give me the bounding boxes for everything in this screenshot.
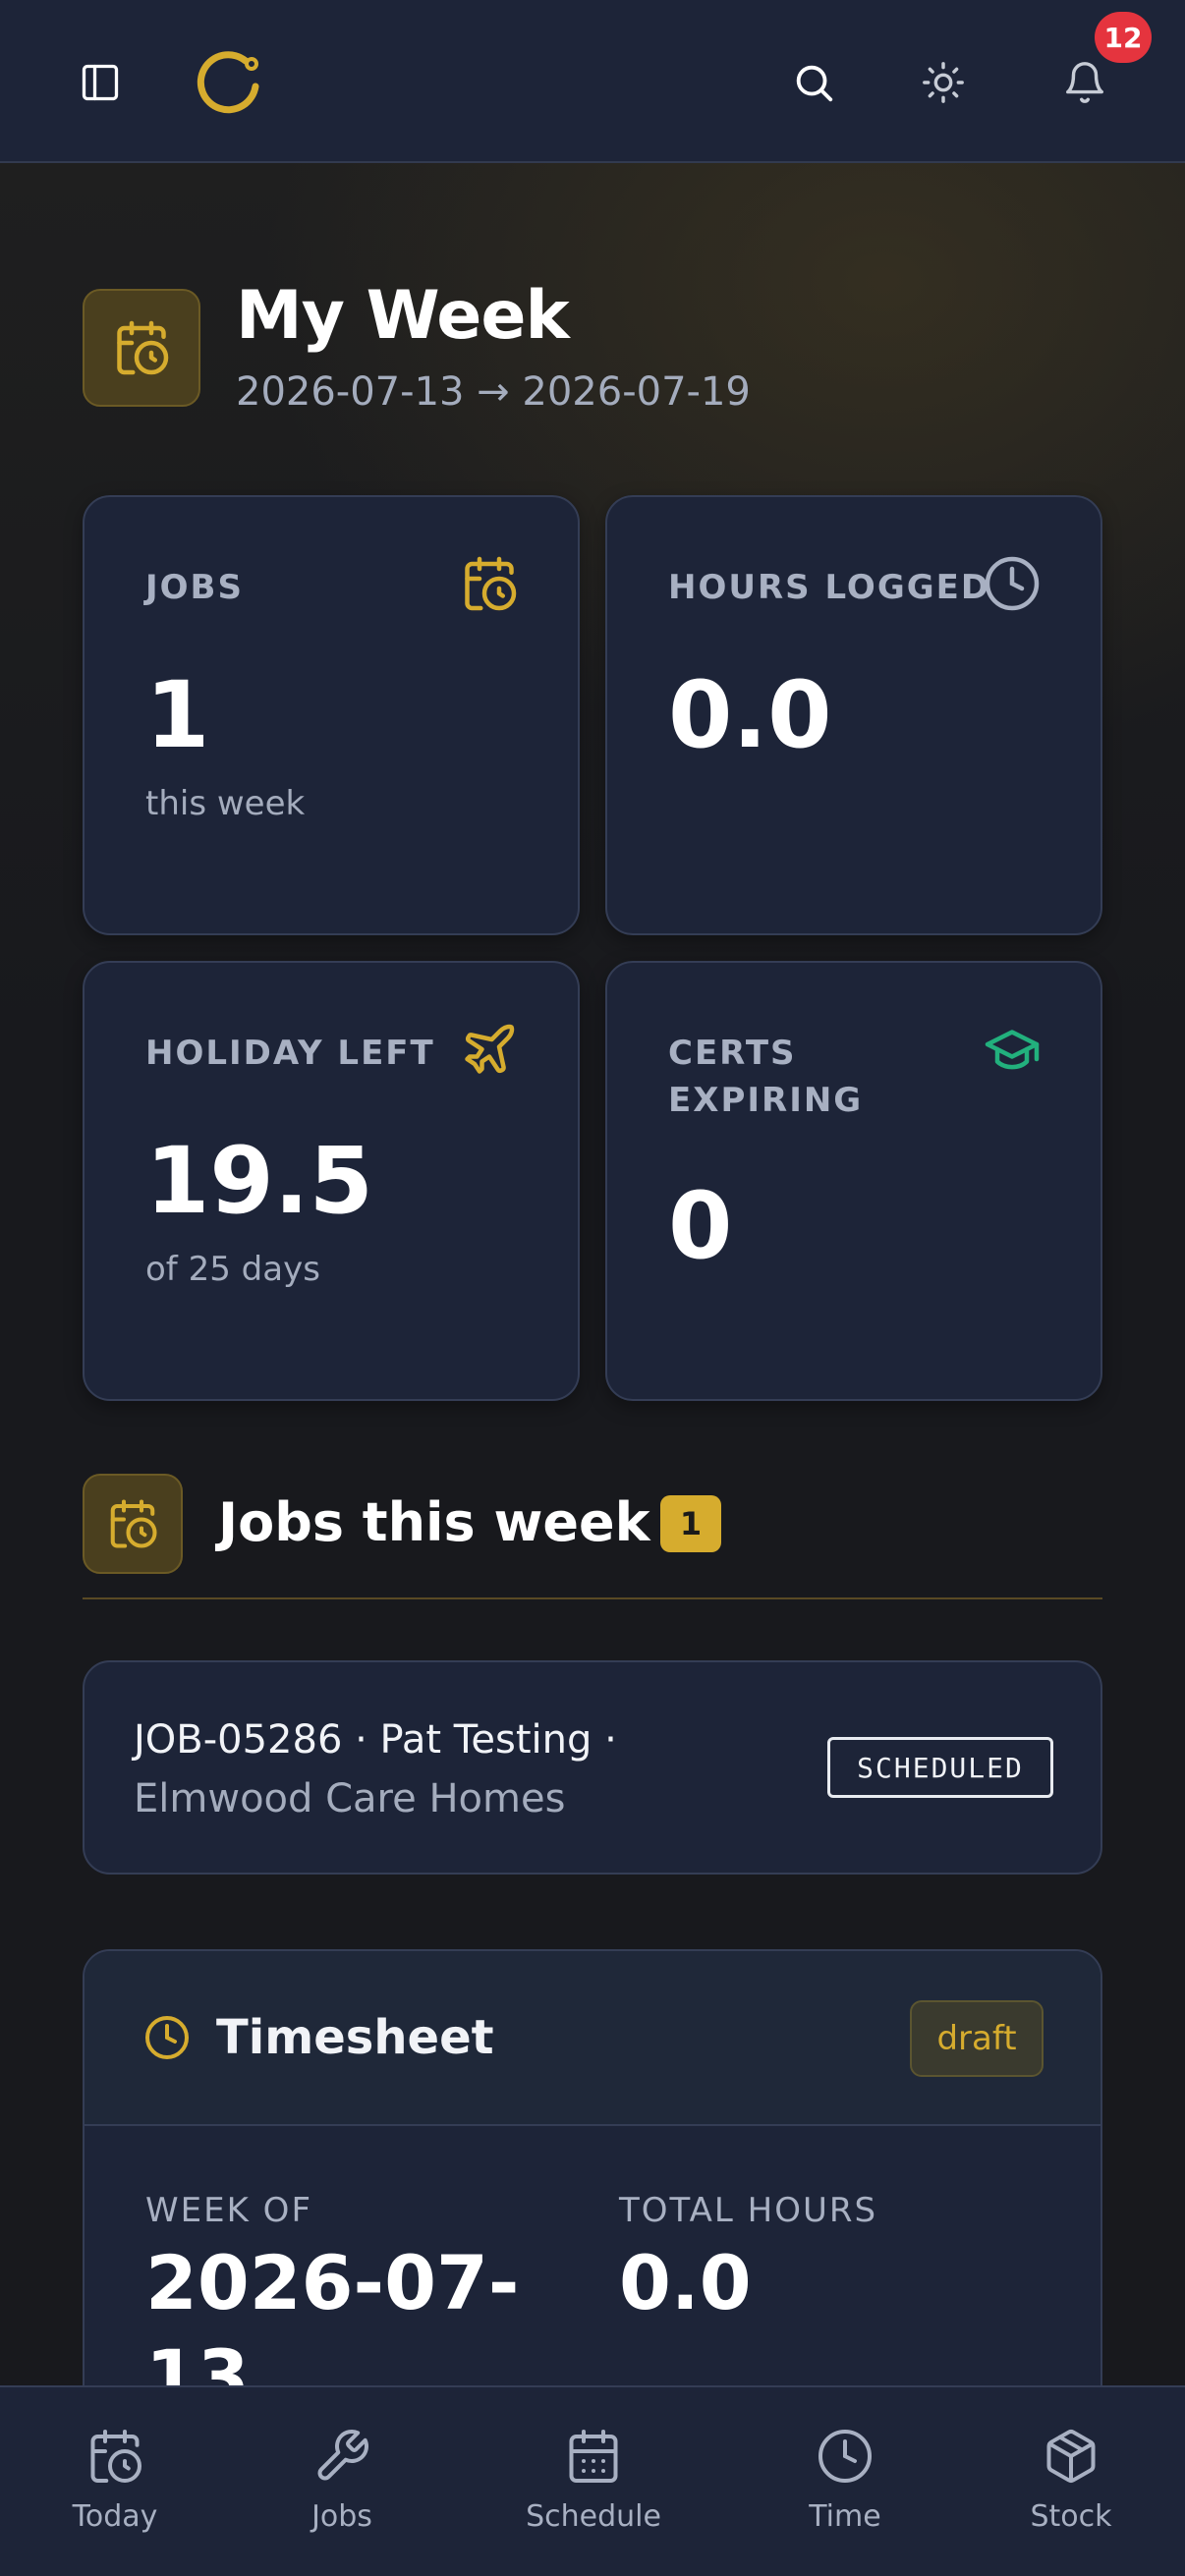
timesheet-title: Timesheet [216,2010,494,2065]
calendar-clock-icon [465,556,517,611]
section-icon-box [83,1474,183,1574]
status-badge: SCHEDULED [827,1737,1053,1798]
calendar-grid-icon [569,2430,618,2483]
nav-label: Time [809,2499,881,2534]
stat-icon-wrap [983,1020,1042,1084]
package-icon [1046,2430,1096,2483]
job-title: JOB-05286 · Pat Testing · [134,1717,617,1763]
graduation-cap-icon [985,1030,1040,1070]
stat-card-holiday[interactable]: HOLIDAY LEFT 19.5 of 25 days [83,961,580,1401]
total-hours-label: TOTAL HOURS [619,2191,878,2230]
calendar-clock-icon [117,320,169,375]
timesheet-header: Timesheet draft [85,1951,1100,2126]
stat-label: CERTS EXPIRING [668,1034,864,1120]
stat-label: JOBS [145,568,244,607]
nav-item-today[interactable]: Today [17,2427,213,2554]
stat-value: 0 [668,1173,733,1280]
search-button[interactable] [782,51,845,114]
page-date-range: 2026-07-13 → 2026-07-19 [236,369,751,415]
stat-label: HOLIDAY LEFT [145,1034,435,1073]
section-title: Jobs this week [218,1491,650,1553]
stat-value: 0.0 [668,662,832,769]
bell-icon [1066,62,1103,103]
page-title: My Week [236,277,570,355]
plane-icon [465,1024,515,1074]
clock-icon [818,2430,872,2483]
stat-card-certs[interactable]: CERTS EXPIRING 0 [605,961,1102,1401]
nav-label: Schedule [526,2499,661,2534]
clock-icon [145,2016,189,2059]
top-bar: 12 [0,0,1185,163]
nav-item-stock[interactable]: Stock [973,2427,1169,2554]
stat-card-jobs[interactable]: JOBS 1 this week [83,495,580,935]
nav-label: Today [72,2499,158,2534]
section-count-badge: 1 [660,1495,721,1552]
sun-icon [923,62,964,103]
stat-value: 19.5 [145,1128,373,1235]
stat-icon-wrap [460,554,519,618]
nav-item-time[interactable]: Time [747,2427,943,2554]
sidebar-toggle-button[interactable] [67,49,134,116]
timesheet-status-badge: draft [910,2000,1044,2077]
nav-item-jobs[interactable]: Jobs [244,2427,440,2554]
sidebar-icon [82,64,119,101]
stat-icon-wrap [983,554,1042,618]
section-divider [83,1597,1102,1599]
week-of-label: WEEK OF [145,2191,313,2230]
bottom-nav: Today Jobs Schedule Time Stock [0,2385,1185,2576]
wrench-icon [317,2430,368,2481]
job-card[interactable]: JOB-05286 · Pat Testing · Elmwood Care H… [83,1660,1102,1875]
timesheet-icon-wrap [143,2014,191,2066]
nav-item-schedule[interactable]: Schedule [495,2427,692,2554]
calendar-clock-icon [90,2430,141,2483]
nav-label: Jobs [311,2499,372,2534]
stat-sub: this week [145,784,306,823]
job-customer: Elmwood Care Homes [134,1776,566,1821]
stat-card-hours[interactable]: HOURS LOGGED 0.0 [605,495,1102,935]
search-icon [796,65,833,102]
notification-badge: 12 [1095,12,1152,63]
nav-label: Stock [1030,2499,1112,2534]
total-hours-value: 0.0 [619,2239,752,2326]
app-logo[interactable] [193,45,267,120]
page-title-icon-box [83,289,200,407]
clock-icon [985,556,1040,611]
stat-label: HOURS LOGGED [668,568,991,607]
stat-sub: of 25 days [145,1250,320,1289]
logo-icon [197,51,259,114]
theme-toggle-button[interactable] [912,51,975,114]
notifications-button[interactable] [1053,51,1116,114]
calendar-clock-icon [110,1499,157,1548]
stat-icon-wrap [460,1020,519,1084]
stat-value: 1 [145,662,210,769]
